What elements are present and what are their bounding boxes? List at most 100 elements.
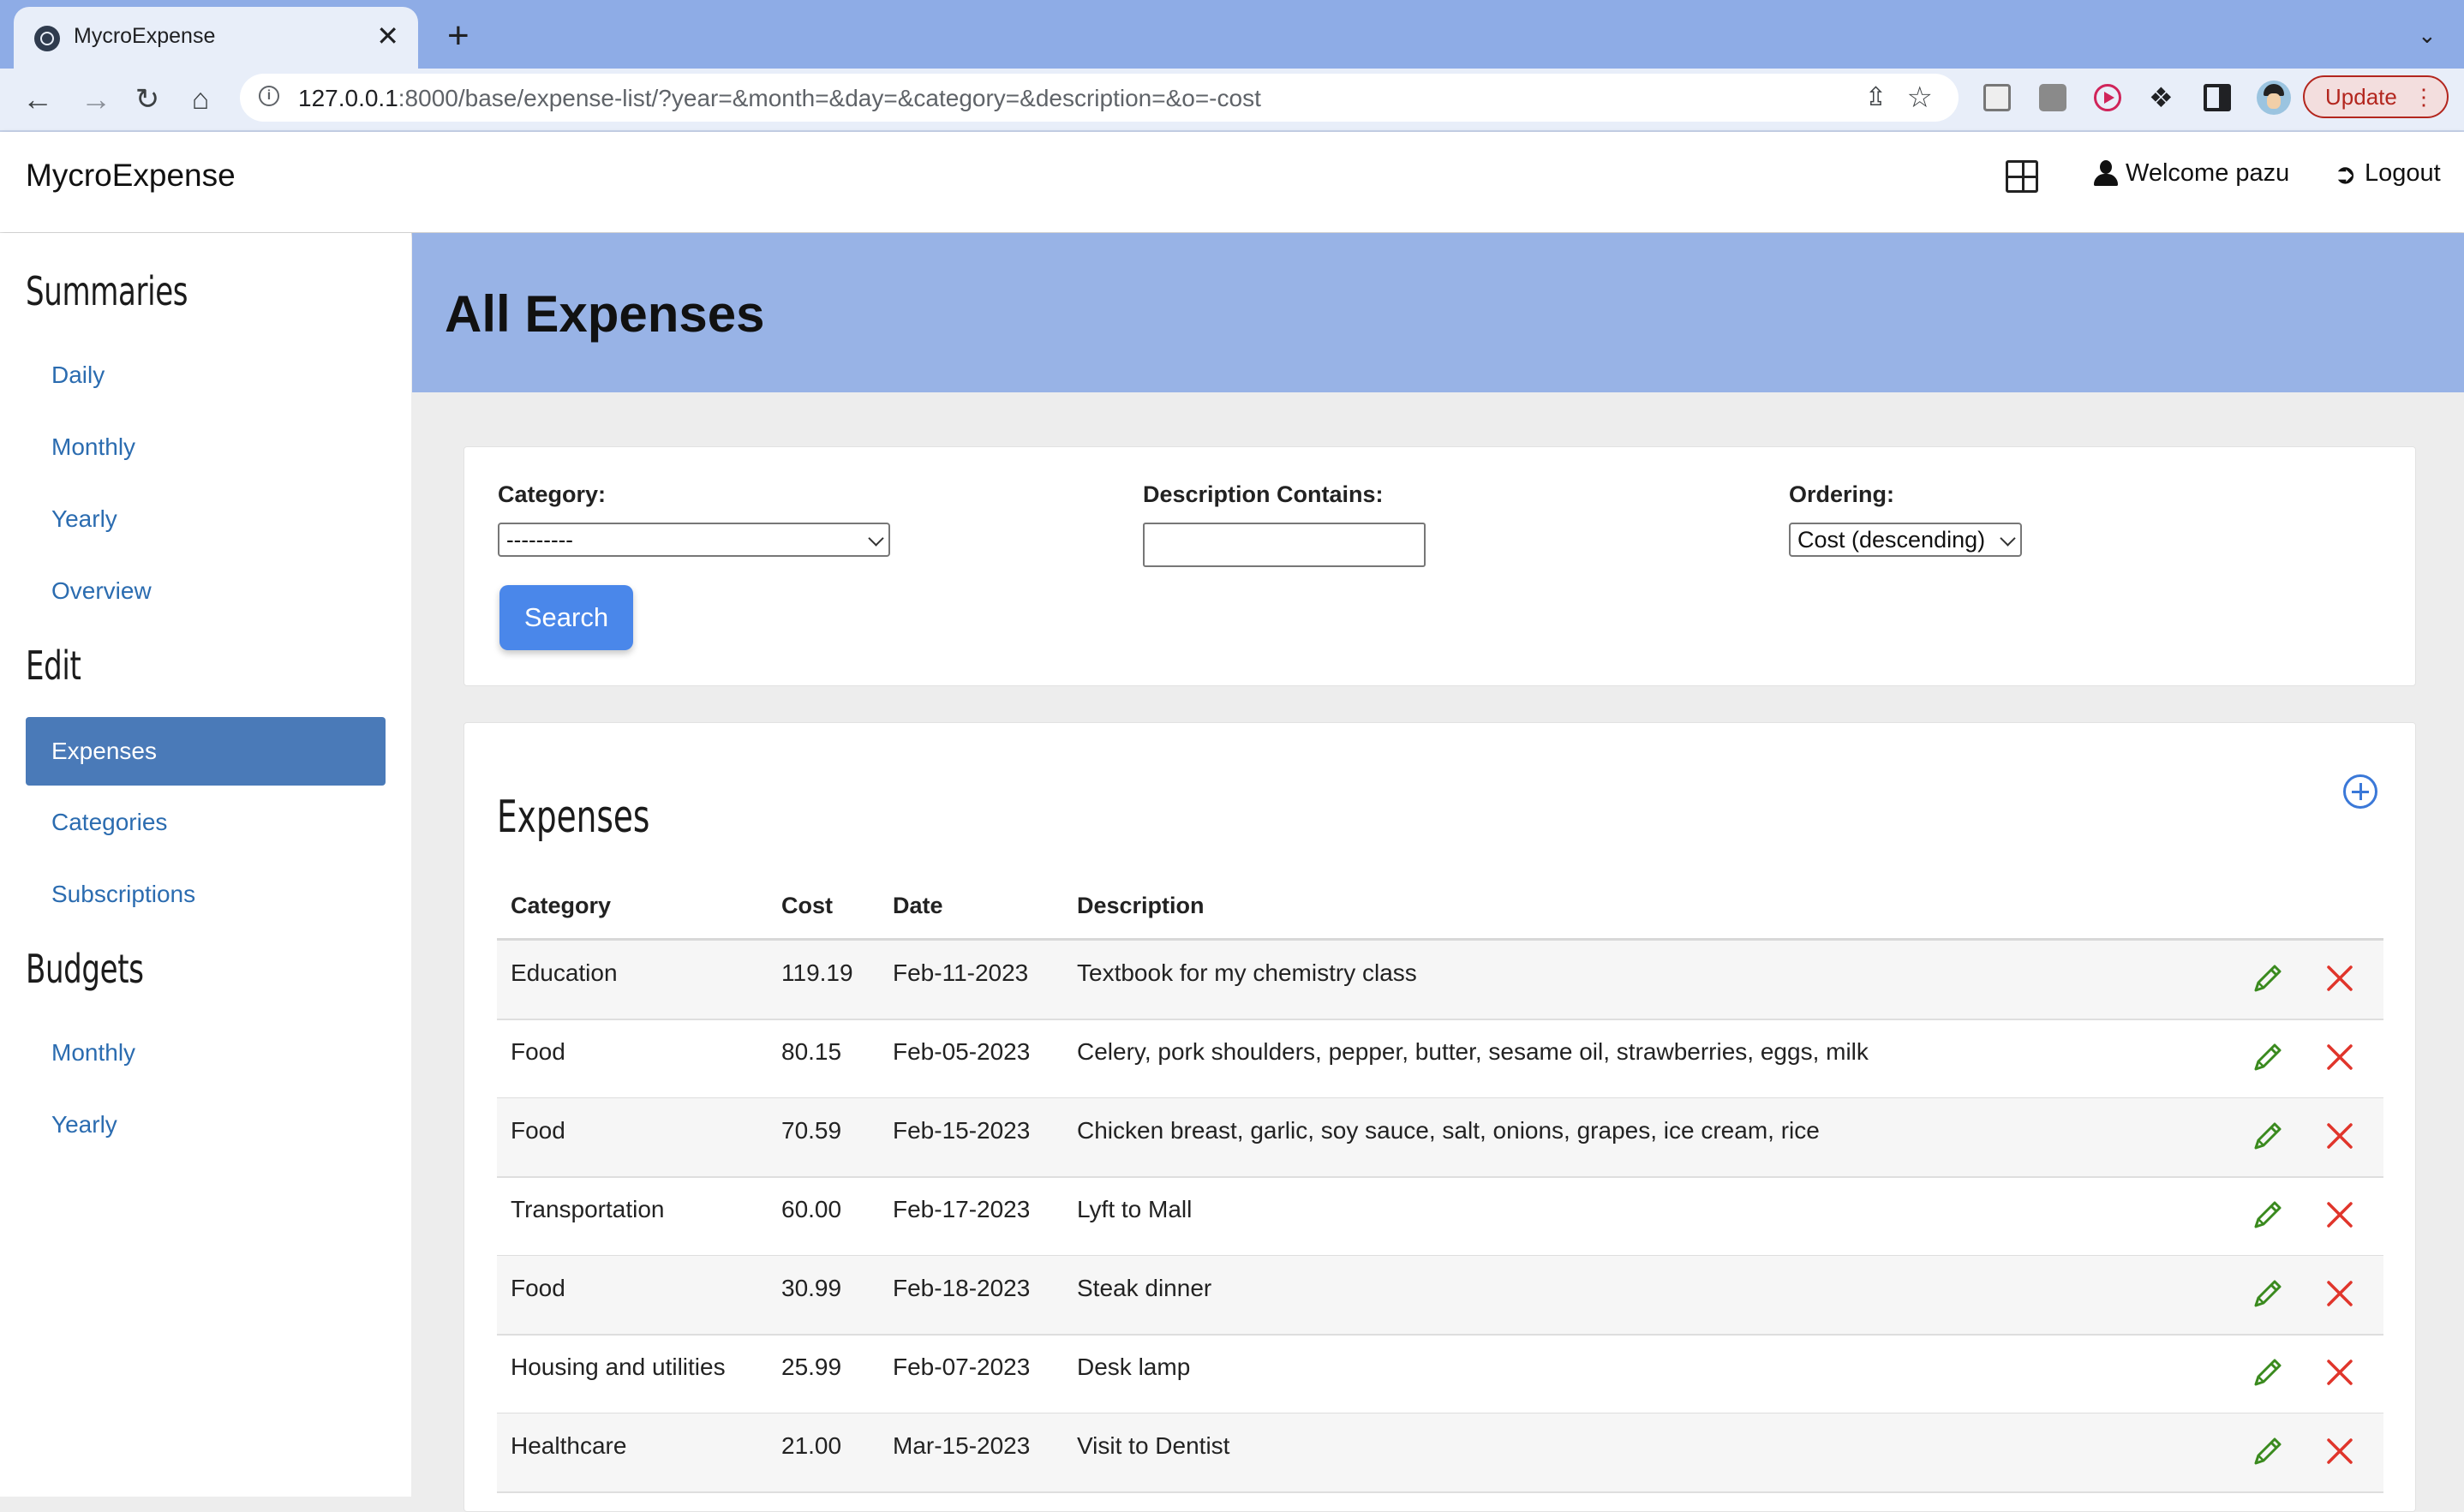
page-title: All Expenses [445, 285, 765, 343]
sidebar-item-expenses[interactable]: Expenses [26, 717, 386, 786]
tab-title: MycroExpense [74, 24, 216, 48]
category-select[interactable]: --------- [498, 523, 890, 557]
description-label: Description Contains: [1143, 481, 1384, 507]
add-expense-icon[interactable] [2343, 774, 2377, 809]
cell-cost: 30.99 [781, 1275, 842, 1301]
category-select-value: --------- [506, 527, 573, 553]
column-header-category[interactable]: Category [511, 893, 611, 919]
cell-date: Mar-15-2023 [893, 1432, 1031, 1459]
column-header-description[interactable]: Description [1077, 893, 1205, 919]
brand-logo[interactable]: MycroExpense [26, 158, 236, 194]
address-bar[interactable]: i 127.0.0.1:8000/base/expense-list/?year… [240, 74, 1959, 122]
home-icon[interactable]: ⌂ [183, 82, 218, 117]
column-header-date[interactable]: Date [893, 893, 943, 919]
welcome-user-link[interactable]: Welcome pazu [2126, 159, 2289, 188]
site-info-icon[interactable]: i [259, 86, 279, 106]
delete-x-icon[interactable] [2324, 1121, 2355, 1151]
cell-category: Housing and utilities [511, 1354, 726, 1380]
cell-date: Feb-07-2023 [893, 1354, 1031, 1380]
cell-description: Celery, pork shoulders, pepper, butter, … [1077, 1038, 1869, 1065]
document-extension-icon[interactable] [1983, 84, 2011, 111]
sidebar-item-categories[interactable]: Categories [51, 809, 167, 836]
logout-link[interactable]: Logout [2365, 159, 2441, 188]
user-icon [2093, 160, 2119, 188]
cell-date: Feb-17-2023 [893, 1196, 1031, 1222]
browser-tab[interactable]: MycroExpense ✕ [14, 7, 418, 69]
chevron-down-icon [2000, 530, 2016, 547]
sidebar-item-yearly-summary[interactable]: Yearly [51, 505, 117, 533]
delete-x-icon[interactable] [2324, 1436, 2355, 1467]
extensions-puzzle-icon[interactable]: ❖ [2149, 84, 2176, 111]
edit-pencil-icon[interactable] [2249, 1275, 2287, 1312]
cell-cost: 21.00 [781, 1432, 842, 1459]
cell-cost: 25.99 [781, 1354, 842, 1380]
url-path: :8000/base/expense-list/?year=&month=&da… [398, 85, 1261, 111]
reload-icon[interactable]: ↻ [130, 82, 164, 117]
cell-description: Steak dinner [1077, 1275, 1212, 1301]
sidebar-item-yearly-budget[interactable]: Yearly [51, 1111, 117, 1138]
sidebar-item-monthly-budget[interactable]: Monthly [51, 1039, 135, 1067]
edit-pencil-icon[interactable] [2249, 1038, 2287, 1076]
cell-category: Food [511, 1275, 565, 1301]
sidebar-item-subscriptions[interactable]: Subscriptions [51, 881, 195, 908]
forward-arrow-icon[interactable]: → [79, 82, 113, 117]
cell-description: Textbook for my chemistry class [1077, 959, 1417, 986]
calculator-icon[interactable] [2006, 160, 2038, 193]
profile-avatar[interactable] [2257, 81, 2291, 115]
side-panel-icon[interactable] [2204, 84, 2231, 111]
share-icon[interactable]: ⇫ [1865, 82, 1887, 112]
record-extension-icon[interactable] [2094, 84, 2121, 111]
expenses-card: Expenses Category Cost Date Description … [463, 722, 2416, 1512]
cell-date: Feb-18-2023 [893, 1275, 1031, 1301]
table-row: Housing and utilities 25.99 Feb-07-2023 Des… [497, 1335, 2383, 1414]
cell-cost: 60.00 [781, 1196, 842, 1222]
search-button[interactable]: Search [499, 585, 633, 650]
sidebar-item-monthly-summary[interactable]: Monthly [51, 433, 135, 461]
cell-category: Education [511, 959, 618, 986]
cell-description: Chicken breast, garlic, soy sauce, salt,… [1077, 1117, 1820, 1144]
note-extension-icon[interactable] [2039, 84, 2066, 111]
sidebar-item-overview[interactable]: Overview [51, 577, 152, 605]
delete-x-icon[interactable] [2324, 1199, 2355, 1230]
update-label: Update [2325, 84, 2397, 110]
cell-date: Feb-05-2023 [893, 1038, 1031, 1065]
cell-category: Healthcare [511, 1432, 627, 1459]
sidebar: Summaries Daily Monthly Yearly Overview … [0, 233, 411, 1497]
ordering-select[interactable]: Cost (descending) [1789, 523, 2022, 557]
sidebar-item-daily[interactable]: Daily [51, 362, 105, 389]
column-header-cost[interactable]: Cost [781, 893, 833, 919]
cell-cost: 119.19 [781, 959, 853, 986]
kebab-menu-icon: ⋮ [2413, 84, 2435, 110]
delete-x-icon[interactable] [2324, 1278, 2355, 1309]
delete-x-icon[interactable] [2324, 1357, 2355, 1388]
filter-form: Category: --------- Description Contains… [463, 446, 2416, 686]
expenses-heading: Expenses [497, 792, 650, 843]
category-label: Category: [498, 481, 607, 507]
description-input[interactable] [1143, 523, 1426, 567]
edit-pencil-icon[interactable] [2249, 1117, 2287, 1155]
table-row: Education 119.19 Feb-11-2023 Textbook for m… [497, 941, 2383, 1020]
close-tab-icon[interactable]: ✕ [376, 19, 399, 53]
new-tab-button[interactable]: + [447, 17, 469, 55]
edit-pencil-icon[interactable] [2249, 959, 2287, 997]
budgets-heading: Budgets [26, 946, 144, 992]
update-button[interactable]: Update ⋮ [2303, 75, 2449, 118]
edit-pencil-icon[interactable] [2249, 1432, 2287, 1470]
bookmark-star-icon[interactable]: ☆ [1907, 81, 1933, 115]
edit-pencil-icon[interactable] [2249, 1196, 2287, 1234]
cell-category: Transportation [511, 1196, 665, 1222]
cell-cost: 70.59 [781, 1117, 842, 1144]
sidebar-item-label: Expenses [51, 738, 157, 764]
tab-search-chevron-icon[interactable]: ⌄ [2418, 22, 2437, 49]
delete-x-icon[interactable] [2324, 1042, 2355, 1073]
url-host: 127.0.0.1 [298, 85, 398, 111]
cell-date: Feb-11-2023 [893, 959, 1029, 986]
summaries-heading: Summaries [26, 268, 188, 314]
page-banner: All Expenses [412, 233, 2464, 392]
logout-icon[interactable]: ➲ [2334, 158, 2357, 190]
back-arrow-icon[interactable]: ← [21, 82, 55, 117]
delete-x-icon[interactable] [2324, 963, 2355, 994]
edit-pencil-icon[interactable] [2249, 1354, 2287, 1391]
url-text[interactable]: 127.0.0.1:8000/base/expense-list/?year=&… [298, 85, 1261, 112]
browser-tab-bar: MycroExpense ✕ + ⌄ [0, 0, 2464, 69]
